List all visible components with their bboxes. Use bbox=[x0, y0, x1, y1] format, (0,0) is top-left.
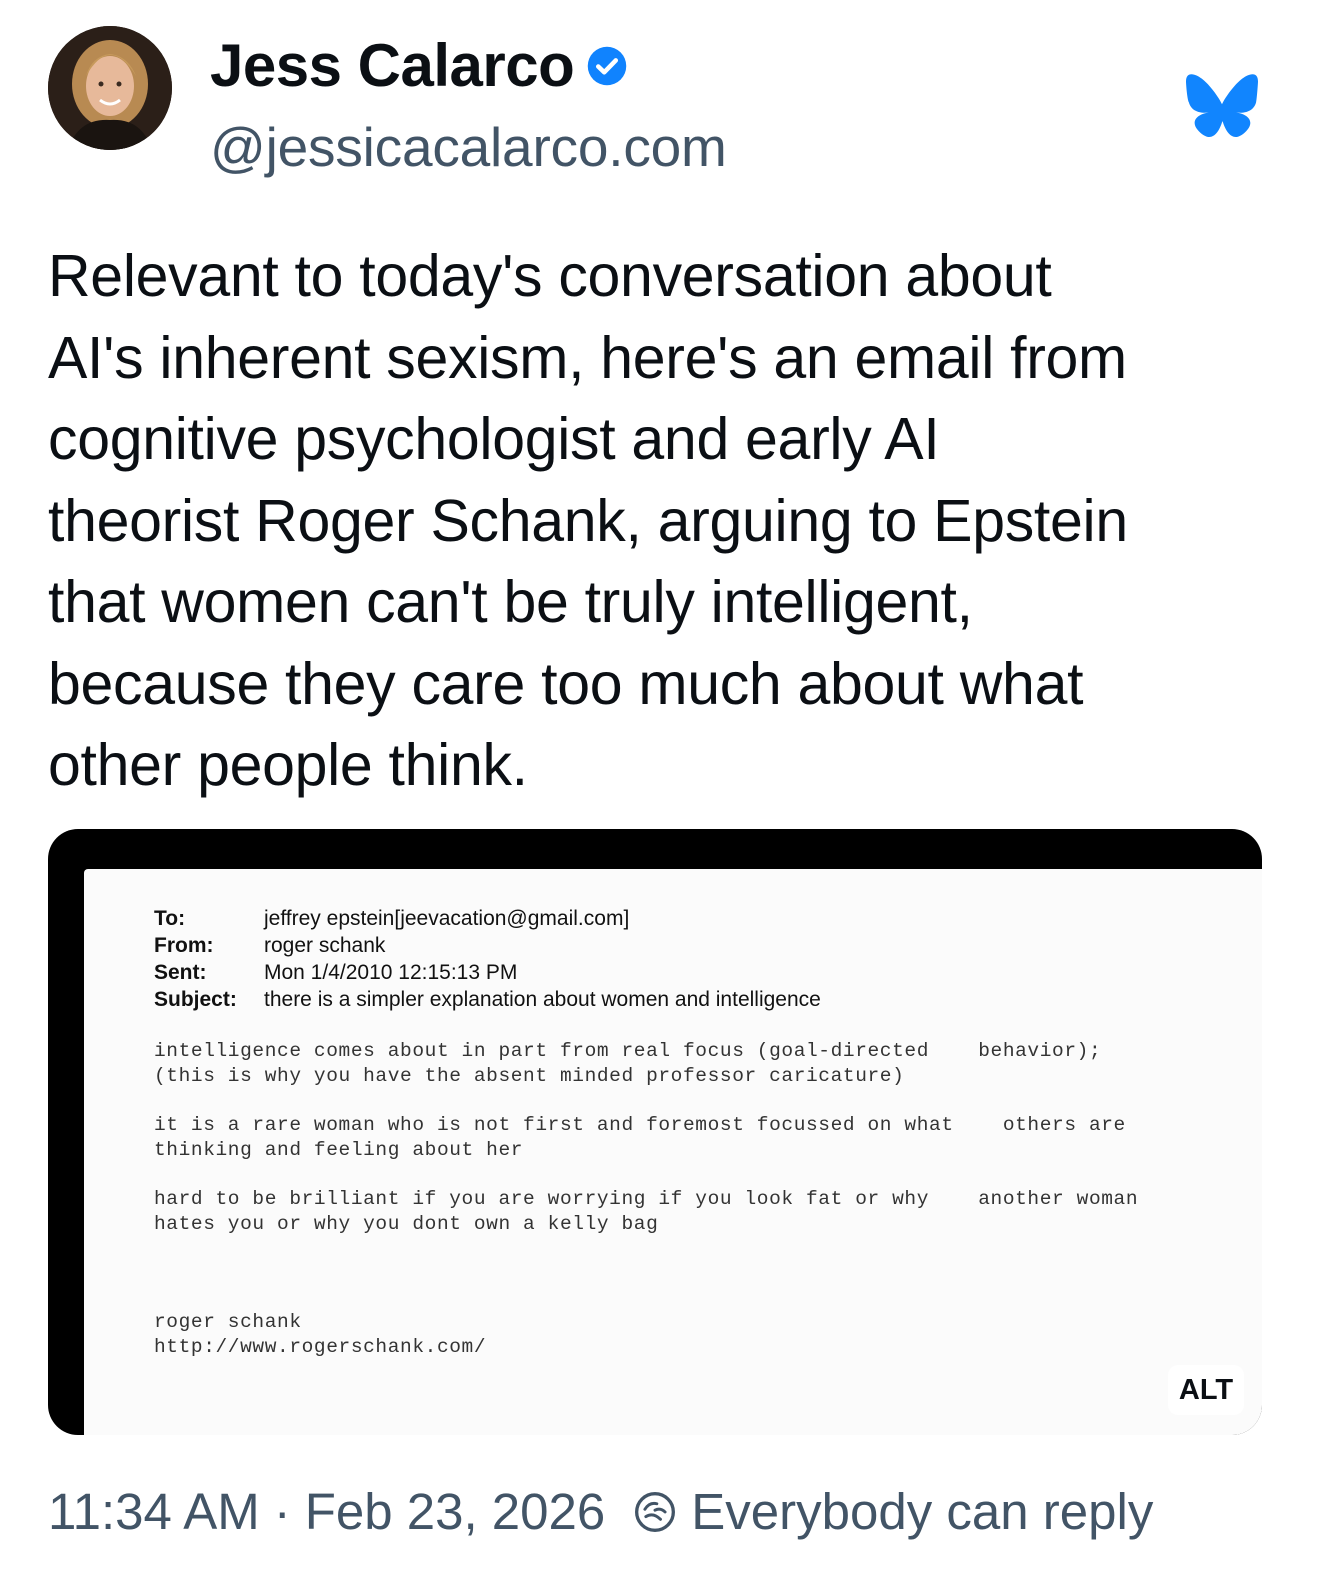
verified-badge-icon[interactable] bbox=[586, 45, 628, 87]
author-display-name[interactable]: Jess Calarco bbox=[210, 36, 575, 96]
email-sent-label: Sent: bbox=[154, 961, 207, 984]
email-from-label: From: bbox=[154, 934, 214, 957]
email-to-row: To: jeffrey epstein[jeevacation@gmail.co… bbox=[154, 905, 821, 932]
post-footer: 11:34 AM · Feb 23, 2026 Everybody can re… bbox=[48, 1486, 1153, 1537]
email-paragraph-2: it is a rare woman who is not first and … bbox=[154, 1114, 1126, 1161]
email-from-row: From: roger schank bbox=[154, 932, 821, 959]
email-signature: roger schank http://www.rogerschank.com/ bbox=[154, 1311, 487, 1358]
post-text-line: theorist Roger Schank, arguing to Epstei… bbox=[48, 487, 1128, 554]
post-text-line: cognitive psychologist and early AI bbox=[48, 406, 940, 472]
author-name-row: Jess Calarco bbox=[210, 36, 628, 96]
reply-settings-icon bbox=[635, 1491, 676, 1532]
post-text-line: that women can't be truly intelligent, bbox=[48, 569, 973, 635]
email-sent-value: Mon 1/4/2010 12:15:13 PM bbox=[264, 961, 518, 984]
email-to-label: To: bbox=[154, 907, 186, 930]
email-subject-label: Subject: bbox=[154, 988, 237, 1011]
post-text-line: AI's inherent sexism, here's an email fr… bbox=[48, 324, 1127, 391]
email-header: To: jeffrey epstein[jeevacation@gmail.co… bbox=[154, 905, 821, 1013]
email-document: To: jeffrey epstein[jeevacation@gmail.co… bbox=[84, 869, 1262, 1435]
email-paragraph-1: intelligence comes about in part from re… bbox=[154, 1040, 1102, 1087]
bluesky-butterfly-icon bbox=[1186, 74, 1258, 137]
email-paragraph-3: hard to be brilliant if you are worrying… bbox=[154, 1188, 1139, 1235]
post-date[interactable]: Feb 23, 2026 bbox=[305, 1486, 606, 1537]
author-handle[interactable]: @jessicacalarco.com bbox=[210, 120, 727, 175]
avatar[interactable] bbox=[48, 26, 172, 150]
email-to-value: jeffrey epstein[jeevacation@gmail.com] bbox=[264, 907, 630, 930]
post-image[interactable]: To: jeffrey epstein[jeevacation@gmail.co… bbox=[48, 829, 1262, 1435]
post-time[interactable]: 11:34 AM bbox=[48, 1486, 260, 1537]
email-subject-value: there is a simpler explanation about wom… bbox=[264, 988, 821, 1011]
post-text-line: because they care too much about what bbox=[48, 650, 1084, 717]
post-text-line: Relevant to today's conversation about bbox=[48, 243, 1052, 309]
alt-text-button[interactable]: ALT bbox=[1168, 1365, 1244, 1415]
avatar-photo bbox=[48, 26, 172, 150]
email-sent-row: Sent: Mon 1/4/2010 12:15:13 PM bbox=[154, 959, 821, 986]
footer-separator: · bbox=[273, 1483, 291, 1540]
reply-setting-label[interactable]: Everybody can reply bbox=[691, 1486, 1153, 1537]
post-text-line: other people think. bbox=[48, 732, 528, 798]
email-subject-row: Subject: there is a simpler explanation … bbox=[154, 986, 821, 1013]
email-from-value: roger schank bbox=[264, 934, 386, 957]
post-text: Relevant to today's conversation about A… bbox=[48, 236, 1288, 807]
